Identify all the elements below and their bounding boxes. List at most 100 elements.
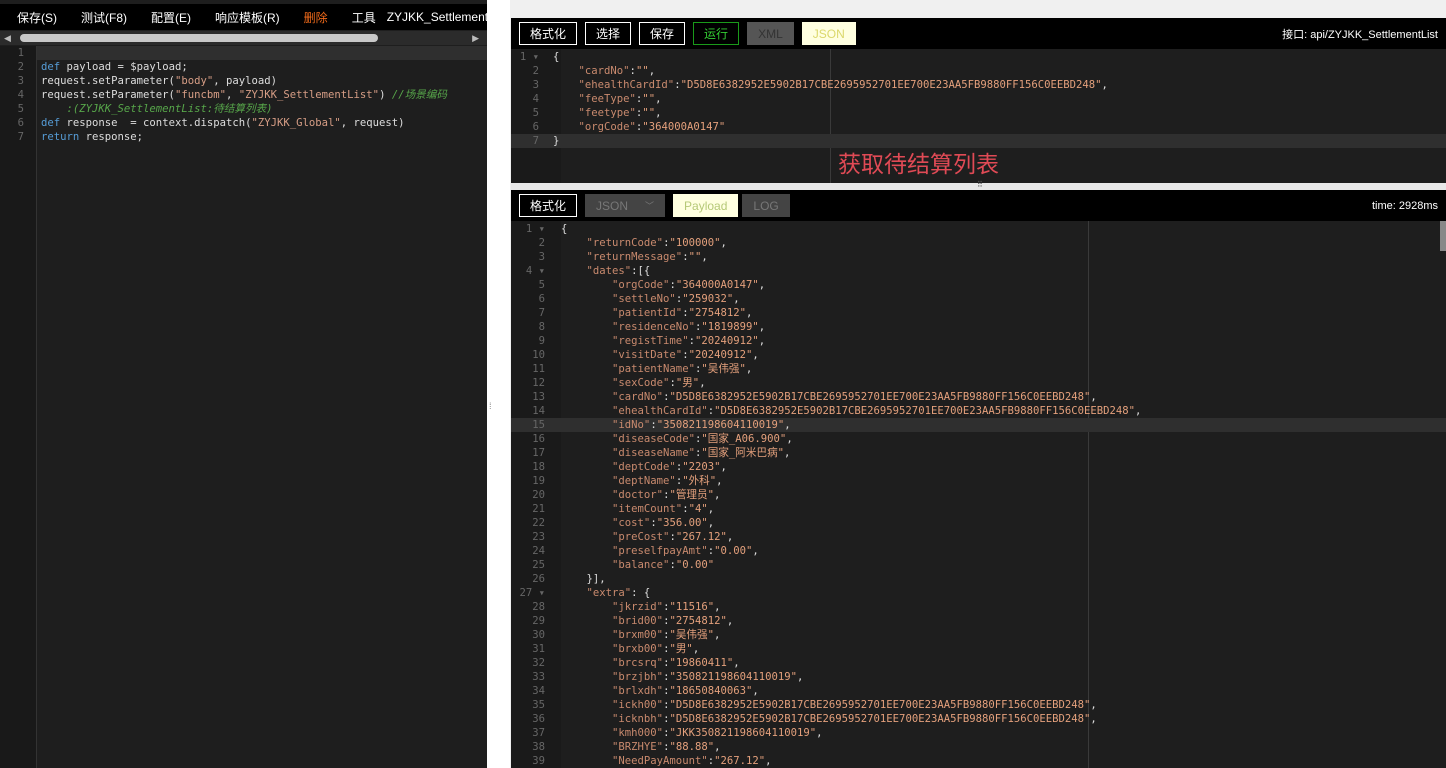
horizontal-scrollbar[interactable]: ◀ ▶ — [0, 31, 487, 45]
json-punct: , — [692, 643, 700, 655]
run-button[interactable]: 运行 — [693, 22, 740, 45]
json-key: "jkrzid" — [612, 601, 664, 613]
json-value: "" — [642, 93, 656, 105]
json-punct — [561, 685, 612, 697]
code-token: response; — [79, 131, 144, 143]
json-punct — [561, 545, 612, 557]
drag-handle-icon[interactable]: ⁞ — [489, 402, 492, 411]
json-punct: , — [816, 727, 823, 739]
json-value: "男" — [669, 643, 693, 655]
code-comment: :(ZYJKK_SettlementList:待结算列表) — [41, 103, 273, 115]
scroll-left-icon[interactable]: ◀ — [4, 33, 11, 44]
json-value: "364000A0147" — [642, 121, 726, 133]
line-number: 2 — [532, 65, 539, 77]
json-line: "balance":"0.00" — [561, 558, 1141, 572]
scrollbar-thumb[interactable] — [20, 34, 378, 42]
format-button[interactable]: 格式化 — [519, 194, 578, 217]
xml-button[interactable]: XML — [747, 22, 794, 45]
json-key: "deptCode" — [612, 461, 676, 473]
json-line: } — [553, 134, 1108, 148]
json-line: "ickh00":"D5D8E6382952E5902B17CBE2695952… — [561, 698, 1141, 712]
line-number: 5 — [17, 103, 24, 115]
json-value: "18650840063" — [669, 685, 753, 697]
json-key: "patientName" — [612, 363, 695, 375]
tools-menu[interactable]: 工具 — [352, 9, 376, 26]
payload-button[interactable]: Payload — [673, 194, 739, 217]
json-punct — [561, 321, 612, 333]
json-key: "brzjbh" — [612, 671, 664, 683]
json-line: "patientName":"吴伟强", — [561, 362, 1141, 376]
format-button[interactable]: 格式化 — [519, 22, 578, 45]
json-punct — [561, 489, 612, 501]
line-number: 4 — [532, 93, 539, 105]
json-line: "returnMessage":"", — [561, 250, 1141, 264]
json-punct: :[{ — [631, 265, 651, 277]
response-template-menu[interactable]: 响应模板(R) — [215, 9, 280, 26]
script-code[interactable]: def payload = $payload; request.setParame… — [41, 46, 447, 158]
json-punct — [561, 629, 612, 641]
json-punct: , — [655, 93, 662, 105]
json-key: "dates" — [586, 265, 632, 277]
json-line: { — [553, 50, 1108, 64]
line-numbers: 1 2 3 4 5 6 7 — [0, 46, 24, 144]
keyword: def — [41, 61, 61, 73]
json-punct: , — [1090, 713, 1097, 725]
json-line: "doctor":"管理员", — [561, 488, 1141, 502]
line-number: 4 — [17, 89, 24, 101]
response-code[interactable]: { "returnCode":"100000", "returnMessage"… — [561, 222, 1141, 768]
json-value: "100000" — [669, 237, 721, 249]
json-line: "feetype":"", — [553, 106, 1108, 120]
test-menu[interactable]: 测试(F8) — [81, 9, 127, 26]
json-line: "ehealthCardId":"D5D8E6382952E5902B17CBE… — [553, 78, 1108, 92]
code-token: , payload) — [213, 75, 277, 87]
json-line: "kmh000":"JKK350821198604110019", — [561, 726, 1141, 740]
json-key: "orgCode" — [612, 279, 670, 291]
scroll-right-icon[interactable]: ▶ — [472, 33, 479, 44]
response-editor[interactable]: 1 ▾ 2 3 4 ▾ 5 6 7 8 9 10 11 12 13 14 15 16 17 18 19 20 21 22 2… — [511, 221, 1446, 768]
line-number: 29 — [532, 615, 545, 627]
json-key: "returnCode" — [586, 237, 664, 249]
json-value: "国家_阿米巴病" — [701, 447, 785, 459]
horizontal-splitter[interactable]: ⠿ — [511, 180, 1446, 190]
drag-handle-icon[interactable]: ⠿ — [977, 180, 983, 189]
json-value: "2754812" — [688, 307, 746, 319]
vertical-scrollbar[interactable] — [1440, 221, 1446, 251]
code-token: request.setParameter( — [41, 89, 175, 101]
request-description: 获取待结算列表 — [838, 151, 999, 177]
vertical-splitter[interactable]: ⁞ — [487, 0, 510, 768]
line-number: 19 — [532, 475, 545, 487]
json-punct: , — [720, 461, 727, 473]
save-button[interactable]: 保存 — [639, 22, 686, 45]
config-menu[interactable]: 配置(E) — [151, 9, 191, 26]
json-punct — [561, 601, 612, 613]
select-button[interactable]: 选择 — [585, 22, 632, 45]
request-code[interactable]: { "cardNo":"", "ehealthCardId":"D5D8E638… — [553, 50, 1108, 148]
json-line: "registTime":"20240912", — [561, 334, 1141, 348]
request-editor[interactable]: 1 ▾ 2 3 4 5 6 7 { "cardNo":"", "ehealthCardId"… — [511, 49, 1446, 183]
json-punct: , — [784, 447, 791, 459]
json-punct — [561, 447, 612, 459]
json-value: "D5D8E6382952E5902B17CBE2695952701EE700E… — [680, 79, 1102, 91]
log-button[interactable]: LOG — [742, 194, 790, 217]
json-value: "" — [688, 251, 702, 263]
line-number: 24 — [532, 545, 545, 557]
json-key: "registTime" — [612, 335, 689, 347]
json-button[interactable]: JSON — [801, 22, 856, 45]
line-number: 1 — [17, 47, 24, 59]
line-number: 8 — [538, 321, 545, 333]
json-punct — [553, 79, 579, 91]
json-punct: , — [765, 755, 772, 767]
json-punct: { — [561, 223, 568, 235]
json-punct — [561, 741, 612, 753]
save-menu[interactable]: 保存(S) — [17, 9, 57, 26]
json-line: "brxb00":"男", — [561, 642, 1141, 656]
json-key: "visitDate" — [612, 349, 683, 361]
code-token: , — [225, 89, 239, 101]
line-number: 5 — [532, 107, 539, 119]
json-line: "icknbh":"D5D8E6382952E5902B17CBE2695952… — [561, 712, 1141, 726]
code-token: response = context.dispatch( — [60, 117, 252, 129]
json-key: "balance" — [612, 559, 670, 571]
json-punct — [553, 65, 579, 77]
format-select[interactable]: JSON ﹀ — [585, 194, 666, 217]
delete-menu[interactable]: 删除 — [304, 9, 328, 26]
